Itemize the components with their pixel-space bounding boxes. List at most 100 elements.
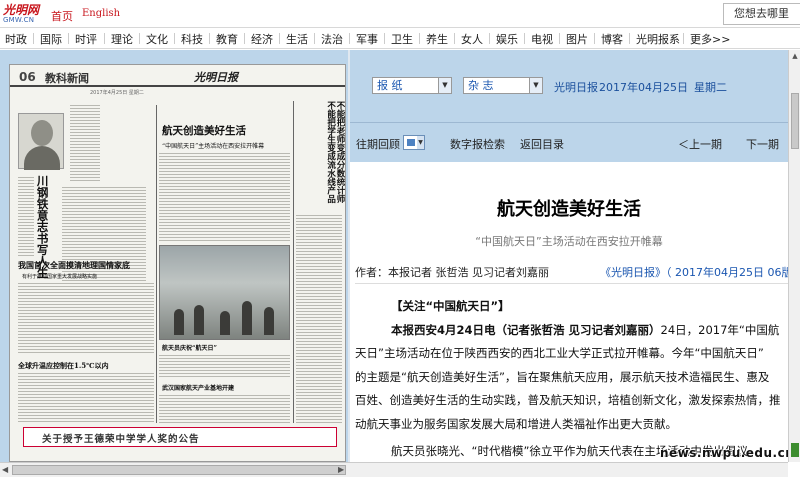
vertical-scrollbar[interactable]: ▲	[788, 50, 800, 462]
text-column[interactable]	[159, 395, 290, 423]
scroll-left-icon[interactable]: ◀	[2, 465, 8, 474]
nav-separator	[209, 33, 210, 44]
nav-separator	[384, 33, 385, 44]
text-column[interactable]	[159, 153, 290, 241]
bottom-headline[interactable]: 全球升温应控制在1.5℃以内	[18, 361, 109, 371]
nav-item[interactable]: 文化	[146, 31, 168, 47]
portrait-photo[interactable]	[18, 113, 64, 170]
nav-separator	[629, 33, 630, 44]
magazine-select[interactable]: 杂 志 ▼	[463, 77, 543, 94]
scroll-up-icon[interactable]: ▲	[790, 51, 800, 61]
issue-weekday: 星期二	[694, 81, 727, 94]
nav-separator	[279, 33, 280, 44]
nav-item[interactable]: 军事	[356, 31, 378, 47]
text-column[interactable]	[18, 177, 34, 257]
destination-search[interactable]: 您想去哪里	[723, 3, 800, 25]
nav-item[interactable]: 国际	[40, 31, 62, 47]
next-issue-link[interactable]: 下一期	[746, 136, 779, 152]
chevron-down-icon: ▼	[438, 78, 451, 93]
calendar-icon[interactable]: ▼	[403, 135, 425, 150]
author-line: 作者：本报记者 张哲浩 见习记者刘嘉丽	[355, 266, 549, 279]
paper-date: 2017年4月25日 星期二	[90, 90, 144, 96]
nav-separator	[524, 33, 525, 44]
paper-masthead: 光明日报	[194, 71, 238, 84]
main-headline[interactable]: 航天创造美好生活	[162, 123, 246, 138]
portrait-body	[24, 146, 60, 170]
prev-issue-link[interactable]: ＜上一期	[678, 136, 722, 152]
photo-caption[interactable]: 航天员庆祝“航天日”	[162, 343, 217, 352]
text-column[interactable]	[18, 373, 154, 423]
back-to-contents-link[interactable]: 返回目录	[520, 136, 564, 152]
scroll-thumb-horizontal[interactable]	[12, 465, 346, 475]
article-byline: 作者：本报记者 张哲浩 见习记者刘嘉丽 《光明日报》（ 2017年04月25日 …	[355, 264, 788, 284]
horizontal-scrollbar[interactable]: ◀ ▶	[0, 462, 788, 477]
source-line[interactable]: 《光明日报》（ 2017年04月25日 06版	[600, 264, 788, 280]
nav-item[interactable]: 博客	[601, 31, 623, 47]
announcement-banner[interactable]: 关于授予王德荣中学学人奖的公告	[23, 427, 337, 447]
announcement-text: 关于授予王德荣中学学人奖的公告	[42, 434, 200, 445]
right-headline[interactable]: 不能把老师变成分数统计师 不能把学生变成流水线产品	[304, 101, 345, 213]
calendar-icon-face	[407, 139, 415, 146]
nav-item[interactable]: 教育	[216, 31, 238, 47]
nav-item[interactable]: 光明报系	[636, 31, 680, 47]
scroll-right-icon[interactable]: ▶	[338, 465, 344, 474]
article-paragraph-line: 百姓、创造美好生活的生动实践，普及航天知识，培植创新文化，激发探索热情，推	[355, 393, 781, 407]
nav-item[interactable]: 时评	[75, 31, 97, 47]
nav-item[interactable]: 娱乐	[496, 31, 518, 47]
article-lead: 本报西安4月24日电（记者张哲浩 见习记者刘嘉丽）	[391, 322, 661, 337]
main-nav: 时政 国际 时评 理论 文化 科技 教育 经济 生活 法治 军事 卫生 养生 女…	[0, 27, 800, 49]
newspaper-page-thumbnail[interactable]: 06 教科新闻 光明日报 2017年4月25日 星期二 川钢铁意志书写人生 航天…	[9, 64, 346, 462]
newspaper-select[interactable]: 报 纸 ▼	[372, 77, 452, 94]
nav-item[interactable]: 卫生	[391, 31, 413, 47]
top-bar: 光明网 GMW.CN 首页 English 您想去哪里	[0, 0, 800, 27]
digital-search-link[interactable]: 数字报检索	[450, 136, 505, 152]
article-paragraph-line: 的主题是“航天创造美好生活”，旨在聚焦航天应用，展示航天技术造福民生、惠及	[355, 369, 770, 384]
nav-item[interactable]: 法治	[321, 31, 343, 47]
issue-navigation: 往期回顾 ▼ 数字报检索 返回目录 ＜上一期 下一期	[350, 122, 788, 162]
text-column[interactable]	[296, 215, 342, 423]
main-subheadline[interactable]: “中国航天日”主场活动在西安拉开帷幕	[162, 141, 264, 150]
article-topic: 【关注“中国航天日”】	[391, 299, 510, 313]
lower-headline[interactable]: 我国首次全面摸清地理国情家底	[18, 260, 130, 271]
lower-subheadline[interactable]: 有利于推动国家重大发展战略实施	[22, 273, 97, 280]
source-watermark: news.nwpu.edu.cn	[660, 446, 795, 460]
bottom-headline-2[interactable]: 武汉国家航天产业基地开建	[162, 383, 234, 392]
paper-toolbar: 报 纸 ▼ 杂 志 ▼ 光明日报 2017年04月25日 星期二	[350, 50, 788, 122]
chevron-down-icon: ▼	[417, 136, 424, 149]
nav-item[interactable]: 科技	[181, 31, 203, 47]
nav-separator	[454, 33, 455, 44]
news-photo[interactable]	[159, 245, 290, 340]
magazine-select-value: 杂 志	[468, 79, 494, 92]
text-column[interactable]	[159, 355, 290, 379]
nav-item[interactable]: 女人	[461, 31, 483, 47]
nav-separator	[559, 33, 560, 44]
column-rule	[293, 101, 294, 423]
text-column[interactable]	[70, 105, 100, 181]
article-title: 航天创造美好生活	[497, 199, 641, 220]
nav-separator	[349, 33, 350, 44]
nav-item[interactable]: 电视	[531, 31, 553, 47]
article-paragraph-line: 天日”主场活动在位于陕西西安的西北工业大学正式拉开帷幕。今年“中国航天日”	[355, 346, 764, 360]
issue-date: 2017年04月25日	[599, 81, 688, 94]
home-link[interactable]: 首页	[51, 8, 73, 24]
nav-item[interactable]: 生活	[286, 31, 308, 47]
nav-separator	[419, 33, 420, 44]
nav-item[interactable]: 图片	[566, 31, 588, 47]
nav-item[interactable]: 时政	[5, 31, 27, 47]
text-column[interactable]	[18, 283, 154, 353]
article-paragraph-line: 本报西安4月24日电（记者张哲浩 见习记者刘嘉丽）24日，2017年“中国航	[355, 319, 788, 343]
nav-separator	[594, 33, 595, 44]
past-issues-link[interactable]: 往期回顾	[356, 136, 400, 152]
nav-item[interactable]: 经济	[251, 31, 273, 47]
scroll-marker	[791, 443, 799, 457]
site-logo[interactable]: 光明网 GMW.CN	[3, 4, 47, 24]
nav-item[interactable]: 养生	[426, 31, 448, 47]
portrait-head	[31, 120, 53, 146]
nav-item-more[interactable]: 更多>>	[690, 31, 730, 47]
column-rule	[156, 105, 157, 423]
logo-brand: 光明网	[3, 3, 40, 17]
english-link[interactable]: English	[82, 8, 120, 19]
text-column[interactable]	[62, 187, 146, 287]
nav-item[interactable]: 理论	[111, 31, 133, 47]
scroll-thumb[interactable]	[791, 93, 799, 149]
